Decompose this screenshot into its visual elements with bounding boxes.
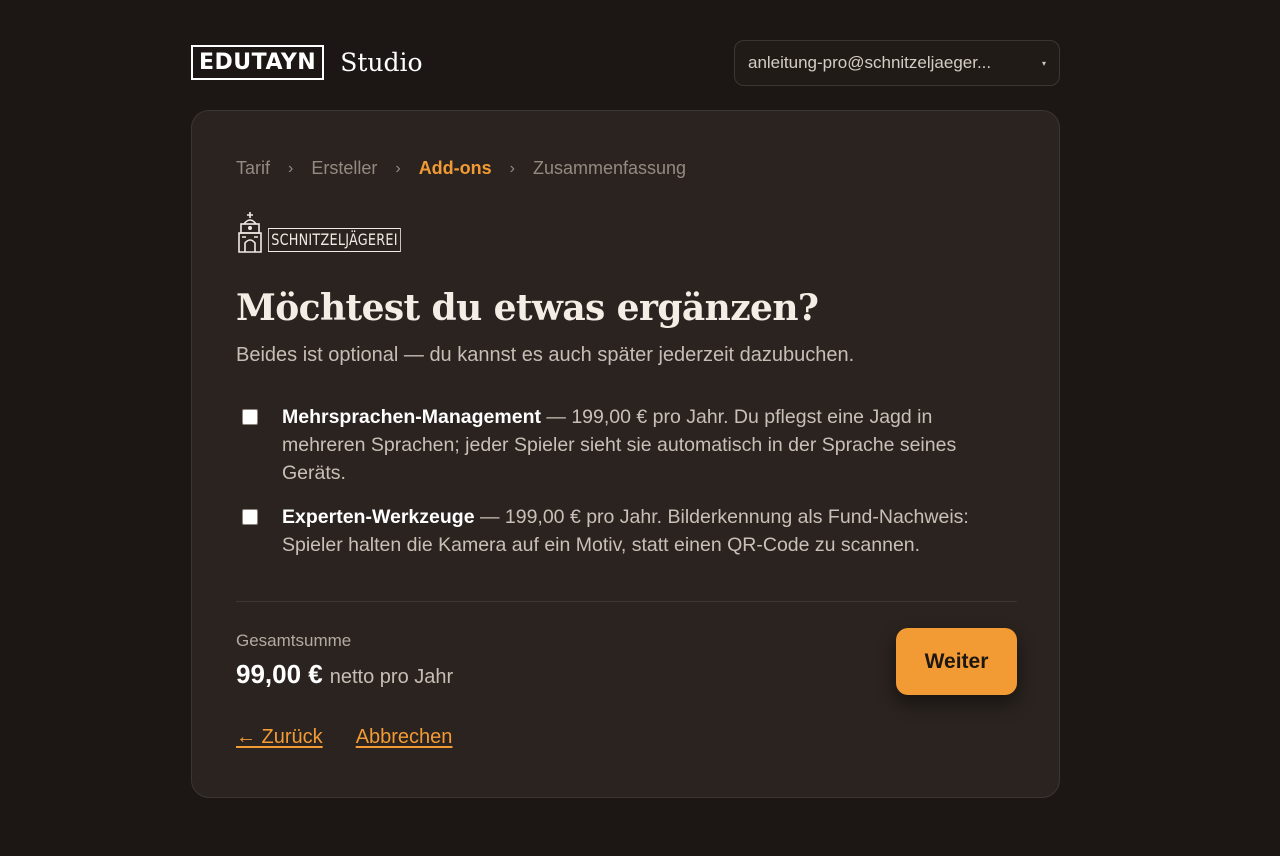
top-bar: EDUTAYN Studio anleitung-pro@schnitzelja…	[191, 40, 1060, 86]
addon-description: Experten-Werkzeuge — 199,00 € pro Jahr. …	[282, 503, 996, 559]
addon-option-expert-tools[interactable]: Experten-Werkzeuge — 199,00 € pro Jahr. …	[236, 503, 996, 559]
chevron-down-icon: ▾	[1041, 58, 1046, 68]
product-name: Studio	[340, 48, 423, 77]
multilanguage-checkbox[interactable]	[242, 409, 258, 425]
breadcrumb: Tarif › Ersteller › Add-ons › Zusammenfa…	[236, 158, 686, 179]
account-dropdown[interactable]: anleitung-pro@schnitzeljaeger... ▾	[734, 40, 1060, 86]
addon-name: Experten-Werkzeuge	[282, 506, 475, 528]
addon-option-multilanguage[interactable]: Mehrsprachen-Management — 199,00 € pro J…	[236, 403, 996, 487]
addons-card: Tarif › Ersteller › Add-ons › Zusammenfa…	[191, 110, 1060, 798]
breadcrumb-step-addons: Add-ons	[418, 158, 492, 178]
footer-links: ← Zurück Abbrechen	[236, 726, 485, 749]
expert-tools-checkbox[interactable]	[242, 509, 258, 525]
page-title: Möchtest du etwas ergänzen?	[236, 287, 819, 329]
addon-description: Mehrsprachen-Management — 199,00 € pro J…	[282, 403, 996, 487]
breadcrumb-step-tarif[interactable]: Tarif	[236, 158, 270, 179]
breadcrumb-step-zusammenfassung: Zusammenfassung	[533, 158, 687, 178]
total-label: Gesamtsumme	[236, 631, 352, 650]
logo-wordmark: SCHNITZELJÄGEREI	[268, 228, 401, 252]
addon-name: Mehrsprachen-Management	[282, 406, 541, 428]
page-subtitle: Beides ist optional — du kannst es auch …	[236, 344, 855, 366]
total-amount: 99,00 €	[236, 659, 323, 689]
cancel-link[interactable]: Abbrechen	[356, 726, 453, 749]
customer-logo: SCHNITZELJÄGEREI	[236, 210, 434, 254]
brand-name: EDUTAYN	[191, 45, 325, 80]
castle-icon	[238, 212, 262, 253]
breadcrumb-separator-icon: ›	[288, 159, 294, 177]
breadcrumb-step-ersteller[interactable]: Ersteller	[311, 158, 377, 179]
account-email: anleitung-pro@schnitzeljaeger...	[748, 53, 992, 72]
back-link[interactable]: ← Zurück	[236, 726, 323, 749]
breadcrumb-separator-icon: ›	[509, 159, 515, 177]
divider	[236, 601, 1017, 602]
breadcrumb-separator-icon: ›	[395, 159, 401, 177]
brand-logo[interactable]: EDUTAYN Studio	[191, 45, 423, 80]
total-suffix: netto pro Jahr	[329, 666, 454, 688]
next-button[interactable]: Weiter	[896, 628, 1017, 695]
total-price: 99,00 € netto pro Jahr	[236, 659, 453, 690]
